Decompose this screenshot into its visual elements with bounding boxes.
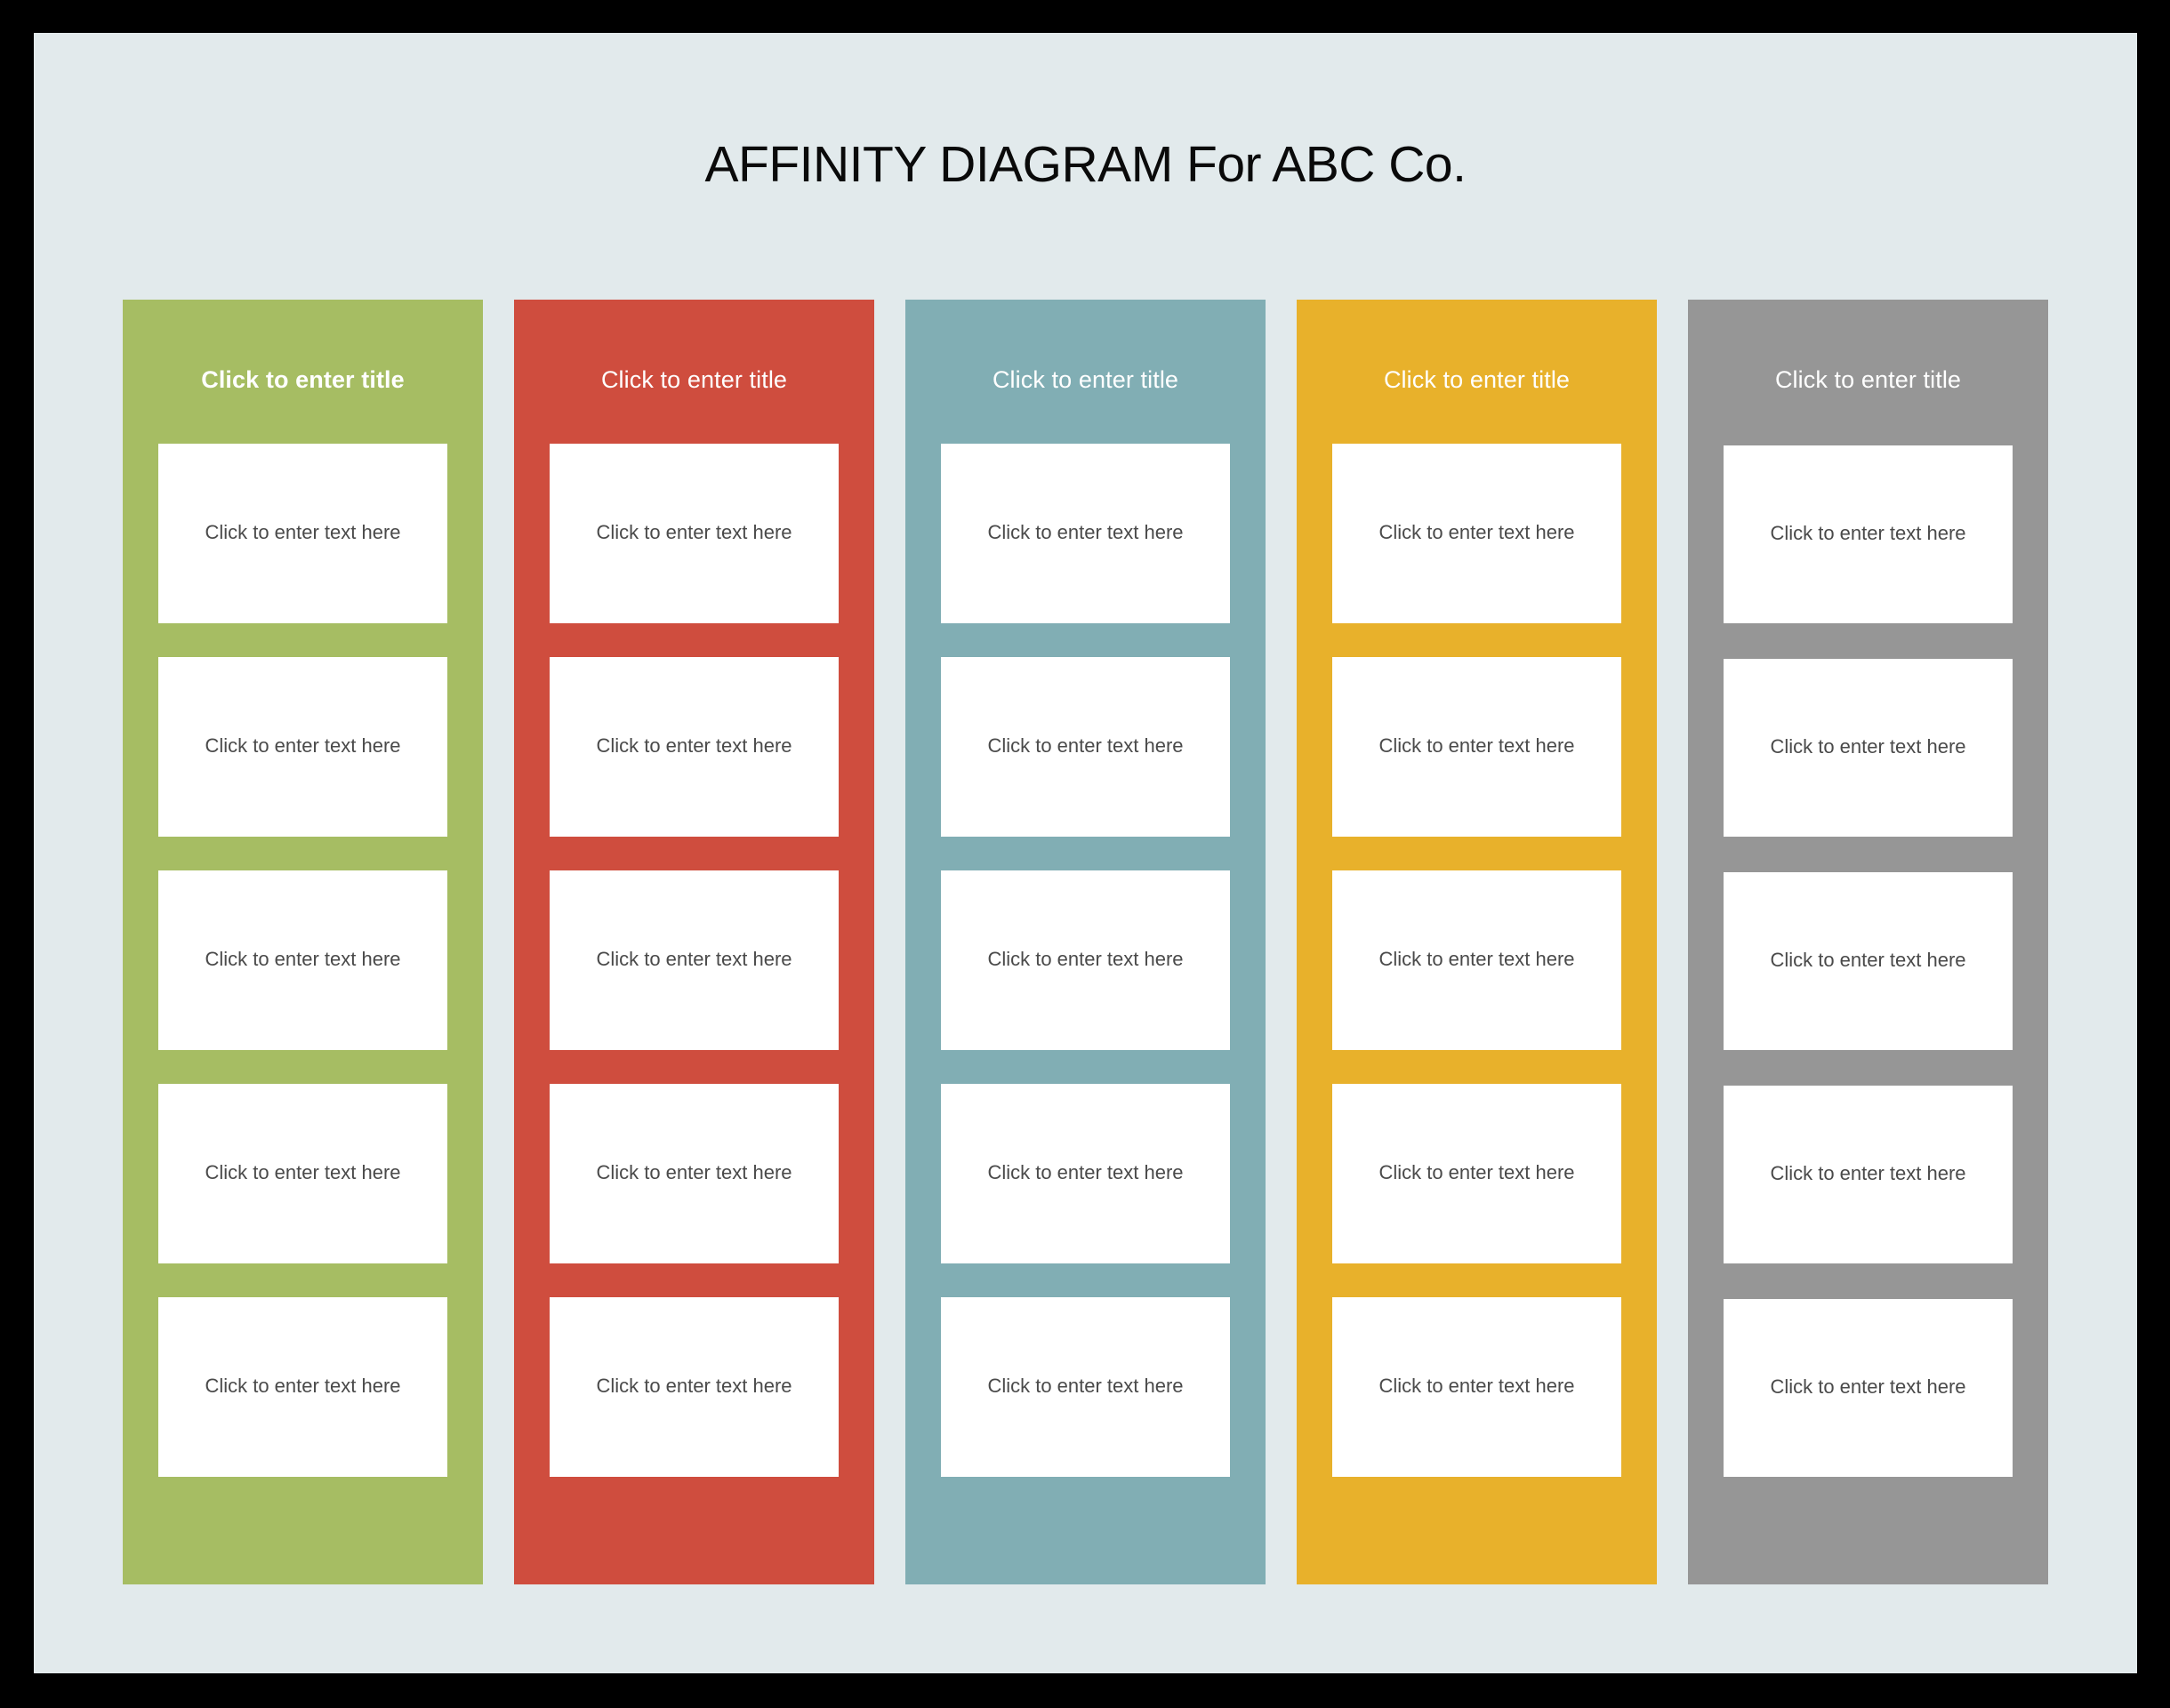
sticky-card-text: Click to enter text here: [1770, 949, 1966, 972]
sticky-card-text: Click to enter text here: [596, 1375, 792, 1398]
sticky-card-text: Click to enter text here: [205, 948, 401, 971]
column-title-3[interactable]: Click to enter title: [905, 366, 1266, 394]
affinity-column-4: Click to enter title Click to enter text …: [1297, 300, 1657, 1584]
sticky-card-text: Click to enter text here: [987, 1161, 1184, 1184]
sticky-card-text: Click to enter text here: [205, 521, 401, 544]
sticky-card-text: Click to enter text here: [987, 734, 1184, 758]
slide-frame: AFFINITY DIAGRAM For ABC Co. Click to en…: [0, 0, 2170, 1708]
column-cards-2: Click to enter text here Click to enter t…: [514, 443, 874, 1584]
sticky-card[interactable]: Click to enter text here: [1724, 1085, 2013, 1263]
sticky-card[interactable]: Click to enter text here: [941, 443, 1230, 623]
sticky-card-text: Click to enter text here: [987, 1375, 1184, 1398]
column-cards-4: Click to enter text here Click to enter t…: [1297, 443, 1657, 1584]
sticky-card[interactable]: Click to enter text here: [941, 656, 1230, 837]
sticky-card[interactable]: Click to enter text here: [1332, 870, 1621, 1050]
sticky-card-text: Click to enter text here: [1770, 735, 1966, 758]
sticky-card-text: Click to enter text here: [1770, 1375, 1966, 1399]
affinity-column-3: Click to enter title Click to enter text …: [905, 300, 1266, 1584]
sticky-card-text: Click to enter text here: [205, 734, 401, 758]
column-title-1[interactable]: Click to enter title: [123, 366, 483, 394]
sticky-card-text: Click to enter text here: [987, 521, 1184, 544]
sticky-card[interactable]: Click to enter text here: [158, 656, 447, 837]
sticky-card-text: Click to enter text here: [1378, 1375, 1575, 1398]
sticky-card[interactable]: Click to enter text here: [1724, 445, 2013, 623]
sticky-card-text: Click to enter text here: [205, 1375, 401, 1398]
column-title-2[interactable]: Click to enter title: [514, 366, 874, 394]
sticky-card[interactable]: Click to enter text here: [550, 443, 839, 623]
page-title: AFFINITY DIAGRAM For ABC Co.: [704, 136, 1467, 193]
sticky-card[interactable]: Click to enter text here: [158, 443, 447, 623]
sticky-card[interactable]: Click to enter text here: [1332, 443, 1621, 623]
affinity-column-1: Click to enter title Click to enter text …: [123, 300, 483, 1584]
column-cards-5: Click to enter text here Click to enter t…: [1688, 445, 2048, 1584]
column-cards-3: Click to enter text here Click to enter t…: [905, 443, 1266, 1584]
sticky-card[interactable]: Click to enter text here: [1724, 658, 2013, 837]
sticky-card[interactable]: Click to enter text here: [158, 870, 447, 1050]
sticky-card-text: Click to enter text here: [1378, 734, 1575, 758]
sticky-card[interactable]: Click to enter text here: [1724, 1298, 2013, 1477]
sticky-card[interactable]: Click to enter text here: [158, 1296, 447, 1477]
sticky-card[interactable]: Click to enter text here: [1724, 871, 2013, 1050]
sticky-card-text: Click to enter text here: [1770, 522, 1966, 545]
column-title-5[interactable]: Click to enter title: [1688, 366, 2048, 394]
affinity-column-2: Click to enter title Click to enter text …: [514, 300, 874, 1584]
sticky-card[interactable]: Click to enter text here: [550, 656, 839, 837]
sticky-card[interactable]: Click to enter text here: [1332, 1296, 1621, 1477]
sticky-card-text: Click to enter text here: [596, 521, 792, 544]
slide-canvas: AFFINITY DIAGRAM For ABC Co. Click to en…: [34, 33, 2137, 1673]
sticky-card[interactable]: Click to enter text here: [1332, 1083, 1621, 1263]
sticky-card-text: Click to enter text here: [1378, 948, 1575, 971]
sticky-card-text: Click to enter text here: [1378, 521, 1575, 544]
column-title-4[interactable]: Click to enter title: [1297, 366, 1657, 394]
sticky-card-text: Click to enter text here: [1770, 1162, 1966, 1185]
sticky-card[interactable]: Click to enter text here: [941, 1296, 1230, 1477]
column-cards-1: Click to enter text here Click to enter t…: [123, 443, 483, 1584]
sticky-card-text: Click to enter text here: [205, 1161, 401, 1184]
sticky-card-text: Click to enter text here: [596, 734, 792, 758]
sticky-card[interactable]: Click to enter text here: [550, 1083, 839, 1263]
sticky-card[interactable]: Click to enter text here: [550, 1296, 839, 1477]
sticky-card[interactable]: Click to enter text here: [941, 870, 1230, 1050]
sticky-card-text: Click to enter text here: [987, 948, 1184, 971]
sticky-card[interactable]: Click to enter text here: [1332, 656, 1621, 837]
sticky-card-text: Click to enter text here: [596, 948, 792, 971]
sticky-card[interactable]: Click to enter text here: [158, 1083, 447, 1263]
sticky-card-text: Click to enter text here: [596, 1161, 792, 1184]
sticky-card[interactable]: Click to enter text here: [550, 870, 839, 1050]
sticky-card-text: Click to enter text here: [1378, 1161, 1575, 1184]
sticky-card[interactable]: Click to enter text here: [941, 1083, 1230, 1263]
affinity-columns: Click to enter title Click to enter text …: [123, 300, 2048, 1584]
affinity-column-5: Click to enter title Click to enter text …: [1688, 300, 2048, 1584]
